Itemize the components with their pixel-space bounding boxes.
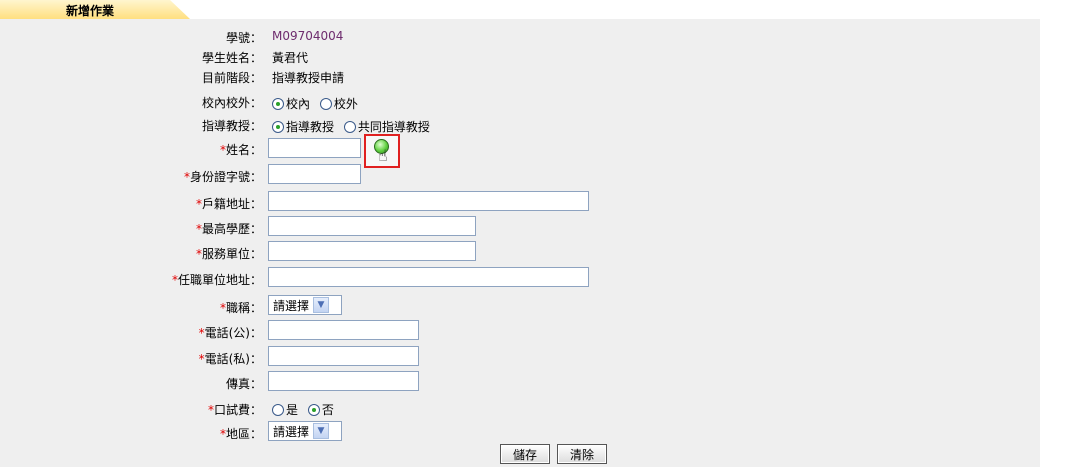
oral-fee-yes-label: 是 xyxy=(286,403,299,417)
oral-fee-radio-group: 是 否 xyxy=(272,401,340,418)
phone-office-input[interactable] xyxy=(268,320,419,340)
job-title-selected: 請選擇 xyxy=(273,298,310,313)
oral-fee-no-radio[interactable] xyxy=(307,404,320,416)
name-input[interactable] xyxy=(268,138,361,158)
address-label: *戶籍地址： xyxy=(195,197,262,211)
student-id-label: 學號： xyxy=(225,31,262,45)
advisor-type-label: 指導教授： xyxy=(201,119,262,133)
region-selected: 請選擇 xyxy=(273,424,310,439)
advisor-co-radio[interactable] xyxy=(343,121,356,133)
employer-label: *服務單位： xyxy=(195,247,262,261)
phone-home-input[interactable] xyxy=(268,346,419,366)
employer-address-input[interactable] xyxy=(268,267,589,287)
chevron-down-icon[interactable]: ▼ xyxy=(313,297,330,313)
employer-address-label: *任職單位地址： xyxy=(171,273,262,287)
stage-value: 指導教授申請 xyxy=(272,71,345,85)
hand-pointer-icon: ☝ xyxy=(378,146,388,165)
stage-label: 目前階段： xyxy=(201,71,262,85)
advisor-type-radio-group: 指導教授 共同指導教授 xyxy=(272,118,436,135)
campus-outside-label: 校外 xyxy=(333,97,358,111)
address-input[interactable] xyxy=(268,191,589,211)
region-select[interactable]: 請選擇 ▼ xyxy=(268,421,342,441)
save-button[interactable]: 儲存 xyxy=(500,444,550,464)
campus-outside-radio[interactable] xyxy=(319,98,332,110)
chevron-down-icon[interactable]: ▼ xyxy=(313,423,330,439)
region-label: *地區： xyxy=(219,427,262,441)
oral-fee-no-label: 否 xyxy=(321,403,334,417)
oral-fee-label: *口試費： xyxy=(207,403,262,417)
job-title-label: *職稱： xyxy=(219,301,262,315)
campus-radio-group: 校內 校外 xyxy=(272,95,364,112)
name-label: *姓名： xyxy=(219,143,262,157)
advisor-main-label: 指導教授 xyxy=(286,120,335,134)
advisor-main-radio[interactable] xyxy=(272,121,284,133)
id-number-label: *身份證字號： xyxy=(183,170,262,184)
form-panel xyxy=(0,19,1040,467)
id-number-input[interactable] xyxy=(268,164,361,184)
campus-inside-label: 校內 xyxy=(286,97,311,111)
student-id-value: M09704004 xyxy=(272,29,344,43)
phone-home-label: *電話(私)： xyxy=(198,352,262,366)
job-title-select[interactable]: 請選擇 ▼ xyxy=(268,295,342,315)
oral-fee-yes-radio[interactable] xyxy=(272,404,284,416)
fax-label: 傳真： xyxy=(225,377,262,391)
fax-input[interactable] xyxy=(268,371,419,391)
student-name-label: 學生姓名： xyxy=(201,51,262,65)
advisor-search-button[interactable]: ☝ xyxy=(364,134,400,168)
page-title: 新增作業 xyxy=(66,4,115,18)
employer-input[interactable] xyxy=(268,241,476,261)
education-input[interactable] xyxy=(268,216,476,236)
education-label: *最高學歷： xyxy=(195,222,262,236)
campus-inside-radio[interactable] xyxy=(272,98,284,110)
clear-button[interactable]: 清除 xyxy=(557,444,607,464)
phone-office-label: *電話(公)： xyxy=(198,326,262,340)
student-name-value: 黃君代 xyxy=(272,51,309,65)
advisor-co-label: 共同指導教授 xyxy=(357,120,430,134)
campus-label: 校內校外： xyxy=(201,96,262,110)
